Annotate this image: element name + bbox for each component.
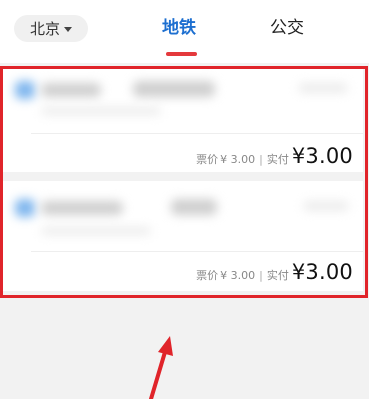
city-selector[interactable]: 北京 (14, 15, 88, 42)
fare-row: 票价 ¥ 3.00 | 实付 ¥3.00 (196, 260, 353, 284)
separator: | (259, 269, 263, 282)
trip-record-card[interactable]: 票价 ¥ 3.00 | 实付 ¥3.00 (3, 69, 363, 172)
trip-record-card[interactable]: 票价 ¥ 3.00 | 实付 ¥3.00 (3, 181, 363, 291)
line-badge-icon (15, 199, 35, 217)
city-label: 北京 (29, 20, 60, 38)
blurred-station-text (41, 83, 101, 97)
tab-bus[interactable]: 公交 (270, 16, 304, 40)
header: 北京 地铁 公交 (0, 0, 369, 63)
divider (31, 133, 363, 134)
blurred-station-text (41, 201, 123, 215)
divider (31, 251, 363, 252)
fare-value: ¥ 3.00 (220, 153, 256, 166)
line-badge-icon (15, 81, 35, 99)
active-tab-indicator (166, 52, 197, 56)
blurred-time-text (298, 83, 348, 93)
blurred-time-text (303, 201, 349, 211)
paid-label: 实付 (266, 269, 289, 282)
fare-label: 票价 (196, 269, 219, 282)
paid-value: ¥3.00 (291, 144, 353, 168)
paid-label: 实付 (266, 153, 289, 166)
tab-metro[interactable]: 地铁 (162, 16, 196, 40)
separator: | (259, 153, 263, 166)
fare-row: 票价 ¥ 3.00 | 实付 ¥3.00 (196, 144, 353, 168)
fare-label: 票价 (196, 153, 219, 166)
fare-value: ¥ 3.00 (220, 269, 256, 282)
blurred-station-text (133, 81, 215, 97)
paid-value: ¥3.00 (291, 260, 353, 284)
blurred-station-text (171, 199, 217, 215)
blurred-detail-text (41, 227, 151, 235)
blurred-detail-text (41, 107, 161, 115)
chevron-down-icon (64, 27, 72, 32)
metro-ticket-page: 北京 地铁 公交 票价 ¥ 3.00 | 实付 ¥3.00 票价 ¥ 3.00 … (0, 0, 369, 399)
